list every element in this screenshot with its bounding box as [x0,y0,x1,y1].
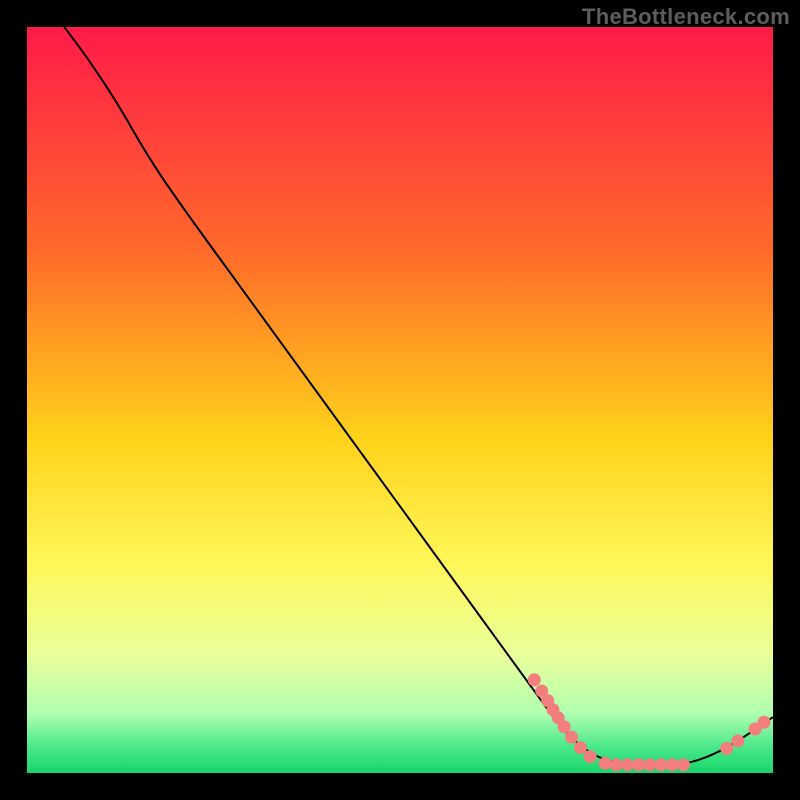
scatter-point [599,757,612,770]
scatter-point [621,758,634,771]
plot-area [27,27,773,773]
chart-svg [27,27,773,773]
scatter-point [574,741,587,754]
scatter-point [584,750,597,763]
scatter-point [720,742,733,755]
scatter-point [632,758,645,771]
scatter-point [655,758,668,771]
scatter-point [666,758,679,771]
scatter-point [528,673,541,686]
scatter-point [677,758,690,771]
chart-frame: TheBottleneck.com [0,0,800,800]
scatter-point [610,758,623,771]
scatter-point [565,731,578,744]
scatter-point [758,716,771,729]
scatter-point [643,758,656,771]
scatter-point [731,734,744,747]
scatter-point [558,720,571,733]
